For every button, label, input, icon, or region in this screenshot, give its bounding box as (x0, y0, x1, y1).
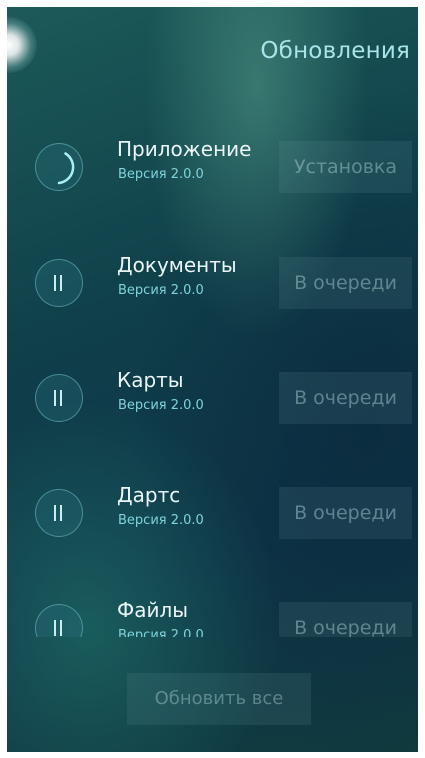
status-button[interactable]: Установка (279, 141, 412, 193)
app-version: Версия 2.0.0 (118, 167, 204, 182)
app-version: Версия 2.0.0 (118, 513, 204, 528)
pause-button[interactable] (35, 489, 83, 537)
progress-spinner-icon (35, 143, 83, 191)
app-name: Карты (117, 368, 184, 392)
status-button[interactable]: В очереди (279, 372, 412, 424)
pause-icon (53, 505, 64, 521)
status-button[interactable]: В очереди (279, 602, 412, 637)
pause-button[interactable] (35, 604, 83, 637)
pause-icon (53, 390, 64, 406)
app-version: Версия 2.0.0 (118, 628, 204, 637)
app-name: Дартс (117, 483, 181, 507)
app-version: Версия 2.0.0 (118, 283, 204, 298)
app-name: Приложение (117, 137, 252, 161)
app-name: Документы (117, 253, 237, 277)
app-name: Файлы (117, 598, 189, 622)
pause-icon (53, 275, 64, 291)
updates-screen: Обновления Приложение Версия 2.0.0 Устан… (7, 7, 418, 752)
list-item[interactable]: Карты Версия 2.0.0 В очереди (7, 358, 418, 438)
list-item[interactable]: Дартс Версия 2.0.0 В очереди (7, 473, 418, 553)
app-version: Версия 2.0.0 (118, 398, 204, 413)
updates-list[interactable]: Приложение Версия 2.0.0 Установка Докуме… (7, 7, 418, 637)
pause-icon (53, 620, 64, 636)
list-item[interactable]: Документы Версия 2.0.0 В очереди (7, 243, 418, 323)
update-all-button[interactable]: Обновить все (127, 673, 311, 725)
list-item[interactable]: Приложение Версия 2.0.0 Установка (7, 127, 418, 207)
status-button[interactable]: В очереди (279, 257, 412, 309)
status-button[interactable]: В очереди (279, 487, 412, 539)
pause-button[interactable] (35, 374, 83, 422)
list-item[interactable]: Файлы Версия 2.0.0 В очереди (7, 588, 418, 637)
pause-button[interactable] (35, 259, 83, 307)
